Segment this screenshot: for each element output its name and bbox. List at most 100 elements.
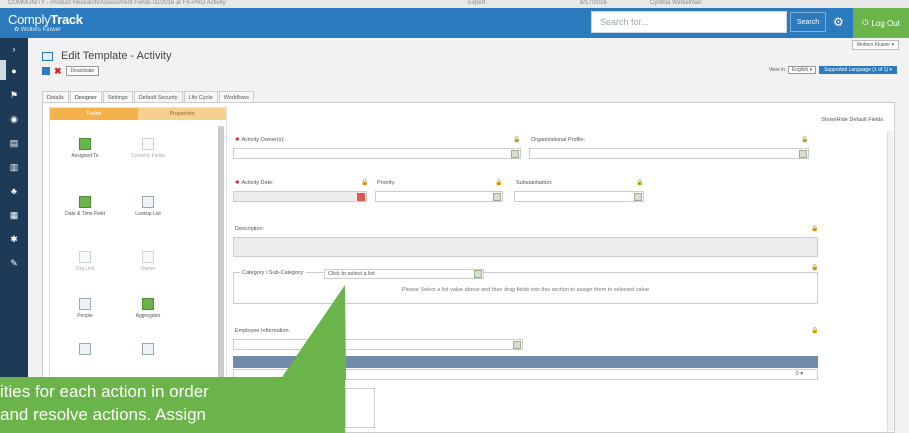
calendar-icon[interactable] [357,193,365,201]
logout-label: Log Out [871,18,900,28]
priority-field[interactable] [375,191,503,202]
logout-icon: ⏻ [862,18,869,27]
palette-item-dynamic-fields[interactable]: Dynamic Fields [123,138,173,159]
callout-line-2: and resolve actions. Assign [0,405,207,424]
hierarchy-icon[interactable]: ♣ [9,186,19,196]
edit-template-window: Wolters Kluwer ▾ Edit Template - Activit… [28,38,909,433]
palette-item-assigned-to[interactable]: Assigned To [60,138,110,159]
palette-item-aggregator[interactable]: Aggregator [123,298,173,319]
activity-date-text: Activity Date: [241,180,274,186]
bg-strip-col1: Expert [468,0,486,6]
field-icon [79,343,91,355]
supported-language-button[interactable]: Supported Language (1 of 1) ▾ [819,66,897,74]
close-icon[interactable]: ✖ [54,67,62,76]
lock-icon: 🔒 [811,226,819,232]
category-label: Category / Sub-Category: [240,270,307,276]
user-menu[interactable]: Wolters Kluwer ▾ [851,40,899,50]
substantiation-field[interactable] [514,191,644,202]
picker-icon[interactable] [513,341,521,349]
lookup-list-icon [142,196,154,208]
owner-icon [142,251,154,263]
left-edge-strip [0,60,6,80]
white-card [345,388,375,428]
org-profile-field[interactable] [529,148,809,159]
chevron-right-icon[interactable]: › [9,44,19,54]
document-icon[interactable]: ▥ [9,162,19,172]
org-unit-icon [79,251,91,263]
callout-text: ities for each action in order and resol… [0,380,209,426]
search-button[interactable]: Search [790,12,826,32]
view-in-select[interactable]: English ▾ [787,66,817,74]
palette-item-date-time[interactable]: Date & Time Field [60,196,110,217]
lock-icon: 🔒 [636,180,644,186]
logout-button[interactable]: ⏻ Log Out [853,8,909,38]
activity-date-field[interactable] [233,191,367,202]
palette-tab-properties[interactable]: Properties [138,108,226,120]
palette-item-people[interactable]: People [60,298,110,319]
template-icon [42,51,53,61]
palette-item-org-unit[interactable]: Org Unit [60,251,110,272]
aggregator-icon [142,298,154,310]
lock-icon: 🔒 [361,180,369,186]
picker-icon[interactable] [474,270,482,278]
employee-info-field[interactable] [233,339,523,350]
brand-bold: Track [50,12,83,27]
grid-row-dropdown[interactable]: 0 ▾ [796,371,803,377]
palette-item-label: Aggregator [135,313,161,319]
description-field[interactable] [233,237,818,257]
title-row: Edit Template - Activity [42,50,171,62]
palette-item-owner[interactable]: Owner [123,251,173,272]
palette-item-label: Org Unit [75,266,95,272]
left-nav-rail: › ● ⚑ ◉ ▤ ▥ ♣ ▦ ✱ ✎ [0,38,28,433]
save-icon[interactable] [42,67,50,75]
category-select[interactable]: Click to select a list [324,269,484,279]
lock-icon: 🔒 [801,137,809,143]
brand-logo[interactable]: ComplyTrack ✿ Wolters Kluwer [8,12,83,33]
form-scrollbar[interactable] [887,131,893,431]
org-profile-label: Organizational Profile: [531,137,586,143]
palette-item-label: Lookup List [135,211,161,217]
chart-icon[interactable]: ▦ [9,210,19,220]
book-icon[interactable]: ▤ [9,138,19,148]
wolters-kluwer-icon: ✿ [14,27,20,33]
palette-item-lookup-list[interactable]: Lookup List [123,196,173,217]
deactivate-button[interactable]: Deactivate [65,66,100,76]
bg-strip-col2: 8/17/2016 [580,0,607,6]
required-asterisk: ✱ [235,180,240,186]
palette-item-extra-1[interactable] [60,343,110,358]
picker-icon[interactable] [634,193,642,201]
show-hide-default-fields-link[interactable]: Show/Hide Default Fields [821,117,883,123]
bg-strip-col3: Cynthia Winkelman [650,0,702,6]
flag-icon[interactable]: ⚑ [9,90,19,100]
view-in-label: View in [768,67,785,73]
palette-tab-fields[interactable]: Fields [50,108,138,120]
dynamic-fields-icon [142,138,154,150]
settings-icon[interactable]: ✱ [9,234,19,244]
wrench-icon[interactable]: ✎ [9,258,19,268]
picker-icon[interactable] [493,193,501,201]
bg-strip-text: COMMUNITY - Product Research/Assessment … [8,0,226,6]
search-input[interactable]: Search for... [591,11,787,33]
dashboard-icon[interactable]: ◉ [9,114,19,124]
activity-owner-field[interactable] [233,148,521,159]
people-icon [79,298,91,310]
brand-prefix: Comply [8,12,51,27]
substantiation-label: Substantiation: [516,180,553,186]
activity-owner-label: ✱ Activity Owner(s): [235,137,285,143]
activity-date-label: ✱ Activity Date: [235,180,274,186]
gear-icon[interactable]: ⚙ [833,16,845,28]
lock-icon: 🔒 [495,180,503,186]
lock-icon: 🔒 [811,265,819,271]
callout-pointer [280,285,346,380]
language-bar: View in English ▾ Supported Language (1 … [769,66,897,74]
toolbar: ✖ Deactivate [42,66,100,76]
callout-line-1: ities for each action in order [0,382,209,401]
palette-item-label: Date & Time Field [65,211,105,217]
picker-icon[interactable] [511,150,519,158]
user-icon[interactable]: ● [9,66,19,76]
palette-item-label: Owner [140,266,156,272]
calendar-icon [79,196,91,208]
picker-icon[interactable] [799,150,807,158]
app-header: ComplyTrack ✿ Wolters Kluwer Search for.… [0,8,909,38]
palette-item-extra-2[interactable] [123,343,173,358]
